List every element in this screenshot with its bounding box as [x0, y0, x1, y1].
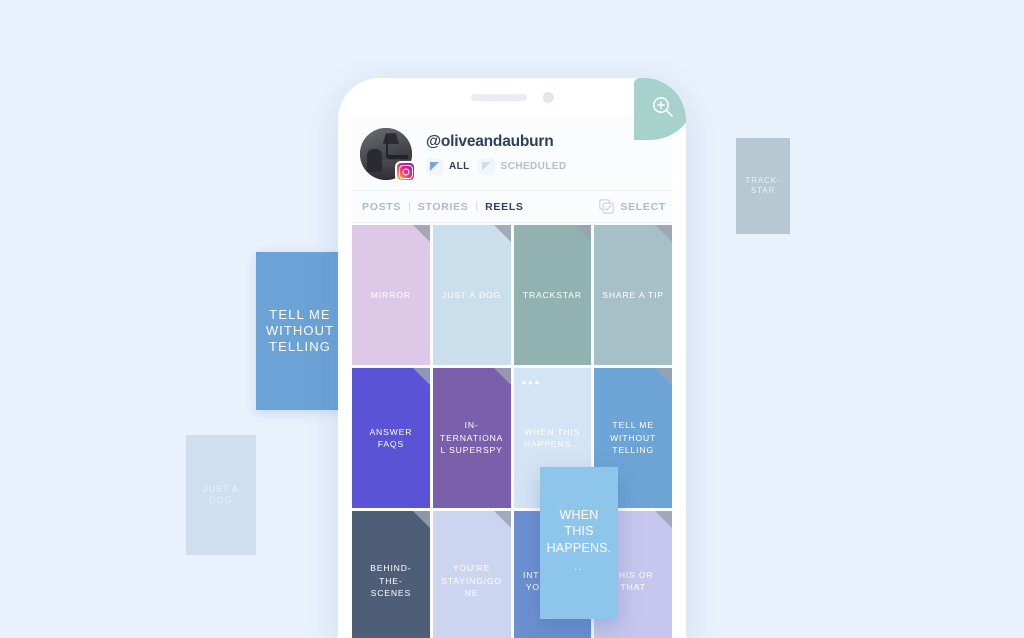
checkbox-copy-icon: [599, 199, 614, 214]
grid-tile-label: JUST A DOG: [442, 289, 502, 300]
grid-tile[interactable]: SHARE A TIP: [594, 225, 672, 365]
phone-mockup: @oliveandauburn ALL SCHEDULED POSTS | ST…: [338, 78, 686, 638]
corner-fold-icon: [493, 225, 511, 242]
tab-posts[interactable]: POSTS: [362, 201, 401, 213]
grid-tile-label: TRACKSTAR: [522, 289, 582, 300]
grid-tile-label: BEHIND-THE-SCENES: [370, 563, 412, 599]
select-label: SELECT: [620, 200, 666, 213]
grid-tile[interactable]: YOU'RE STAYING/GONE: [432, 511, 511, 638]
dragged-tile-label: WHEN THIS HAPPENS.: [546, 508, 612, 555]
corner-fold-icon: [655, 368, 672, 385]
grid-tile-label: WHEN THIS HAPPENS...: [524, 426, 581, 449]
corner-fold-icon: [493, 368, 511, 385]
grid-tile[interactable]: TRACKSTAR: [513, 225, 592, 365]
tab-separator: |: [408, 201, 411, 212]
tab-stories[interactable]: STORIES: [418, 201, 469, 213]
app-screen: @oliveandauburn ALL SCHEDULED POSTS | ST…: [352, 116, 672, 638]
corner-fold-icon: [493, 511, 511, 528]
profile-header: @oliveandauburn ALL SCHEDULED: [352, 116, 672, 190]
grid-tile[interactable]: MIRROR: [352, 225, 430, 365]
profile-meta: @oliveandauburn ALL SCHEDULED: [426, 133, 566, 175]
grid-tile-label: ANSWER FAQS: [369, 426, 413, 449]
filter-group: ALL SCHEDULED: [426, 158, 566, 175]
floating-tile-tell-me-without-telling[interactable]: TELL ME WITHOUT TELLING: [256, 252, 344, 410]
filter-scheduled[interactable]: SCHEDULED: [477, 158, 567, 175]
content-tabbar: POSTS | STORIES | REELS SELECT: [352, 190, 672, 223]
reels-grid: MIRROR JUST A DOG TRACKSTAR SHARE A TIP …: [352, 223, 672, 638]
grid-tile[interactable]: BEHIND-THE-SCENES: [352, 511, 430, 638]
tab-list: POSTS | STORIES | REELS: [362, 201, 524, 213]
corner-fold-icon: [655, 511, 672, 528]
drag-handle-dots-icon[interactable]: •••: [522, 376, 542, 389]
grid-tile-label: IN-TERNATIONAL SUPERSPY: [440, 420, 504, 456]
grid-tile-label: SHARE A TIP: [602, 289, 664, 300]
flag-icon: [426, 158, 443, 175]
grid-tile[interactable]: ANSWER FAQS: [352, 368, 430, 508]
grid-tile[interactable]: IN-TERNATIONAL SUPERSPY: [432, 368, 511, 508]
grid-tile-label: TELL ME WITHOUT TELLING: [610, 420, 657, 456]
corner-fold-icon: [412, 368, 430, 385]
grid-tile[interactable]: JUST A DOG: [432, 225, 511, 365]
select-button[interactable]: SELECT: [599, 199, 666, 214]
account-handle: @oliveandauburn: [426, 133, 554, 150]
tab-reels[interactable]: REELS: [485, 201, 524, 213]
magnifier-plus-icon: [653, 97, 673, 117]
corner-fold-icon: [574, 225, 592, 242]
filter-all-label: ALL: [449, 161, 470, 172]
dragged-tile-ellipsis: ..: [574, 561, 584, 573]
tab-separator: |: [475, 201, 479, 212]
front-camera-icon: [542, 91, 554, 103]
flag-icon: [477, 158, 495, 175]
filter-all[interactable]: ALL: [426, 158, 470, 175]
dragged-tile[interactable]: WHEN THIS HAPPENS. ..: [540, 467, 618, 619]
corner-fold-icon: [412, 225, 430, 242]
instagram-icon: [395, 161, 416, 182]
floating-tile-just-a-dog[interactable]: JUST A DOG: [186, 435, 256, 555]
avatar[interactable]: [360, 128, 416, 182]
zoom-preview-button[interactable]: [634, 78, 686, 140]
corner-fold-icon: [412, 511, 430, 528]
grid-tile-label: YOU'RE STAYING/GONE: [441, 563, 502, 599]
floating-tile-trackstar[interactable]: TRACK-STAR: [736, 138, 790, 234]
corner-fold-icon: [655, 225, 672, 242]
floating-tile-label: TELL ME WITHOUT TELLING: [265, 306, 335, 355]
canvas: TELL ME WITHOUT TELLING JUST A DOG TRACK…: [0, 0, 1024, 638]
floating-tile-label: JUST A DOG: [202, 483, 240, 505]
grid-tile-label: MIRROR: [370, 289, 411, 300]
filter-scheduled-label: SCHEDULED: [500, 161, 567, 172]
floating-tile-label: TRACK-STAR: [745, 176, 781, 195]
speaker-grille-icon: [470, 93, 527, 101]
